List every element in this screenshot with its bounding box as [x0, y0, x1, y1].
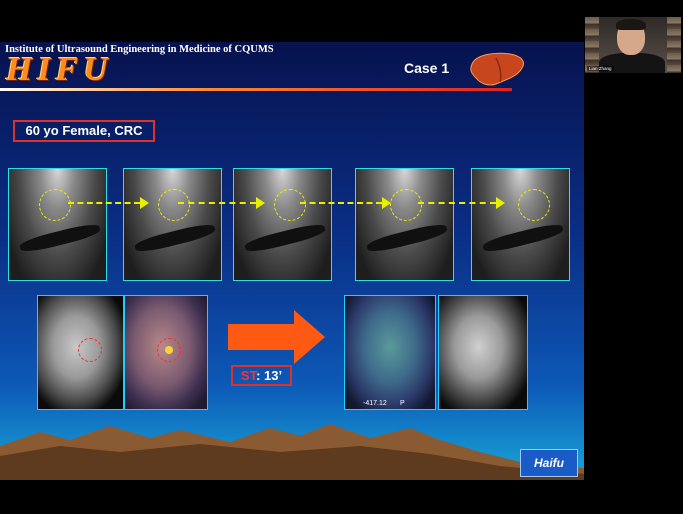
progress-arrowhead-3 — [382, 197, 391, 209]
st-label: ST — [240, 368, 257, 383]
st-value: : 13’ — [256, 368, 283, 383]
ultrasound-frame-3 — [233, 168, 332, 281]
participant-name: Lian Zhang — [587, 66, 614, 71]
progress-arrowhead-2 — [256, 197, 265, 209]
participant-hair — [616, 19, 646, 30]
presentation-slide: Institute of Ultrasound Engineering in M… — [0, 42, 584, 480]
mountain-decoration — [0, 424, 584, 480]
ultrasound-frame-1 — [8, 168, 107, 281]
ultrasound-frame-2 — [123, 168, 222, 281]
hifu-logo: HIFU — [6, 51, 113, 88]
progress-arrow-3 — [300, 202, 382, 204]
progress-arrow-2 — [178, 202, 256, 204]
haifu-logo: Haifu — [520, 449, 578, 477]
pet-ct-image-before — [124, 295, 208, 410]
progress-arrow-4 — [418, 202, 496, 204]
participant-video-tile[interactable]: Lian Zhang — [585, 17, 681, 73]
result-arrow-icon — [228, 310, 325, 364]
ct-orientation: P — [400, 400, 405, 407]
pet-ct-image-after: -417.12 P — [344, 295, 436, 410]
ultrasound-frame-4 — [355, 168, 454, 281]
ultrasound-frame-5 — [471, 168, 570, 281]
header-divider — [0, 88, 512, 91]
liver-icon — [470, 52, 524, 86]
case-label: Case 1 — [404, 60, 450, 76]
progress-arrowhead-4 — [496, 197, 505, 209]
ct-measurement: -417.12 — [363, 400, 387, 407]
patient-info-box: 60 yo Female, CRC — [13, 120, 155, 142]
progress-arrow-1 — [68, 202, 140, 204]
ct-image-after — [438, 295, 528, 410]
ct-image-before — [37, 295, 124, 410]
progress-arrowhead-1 — [140, 197, 149, 209]
sonication-time-box: ST: 13’ — [231, 365, 292, 386]
